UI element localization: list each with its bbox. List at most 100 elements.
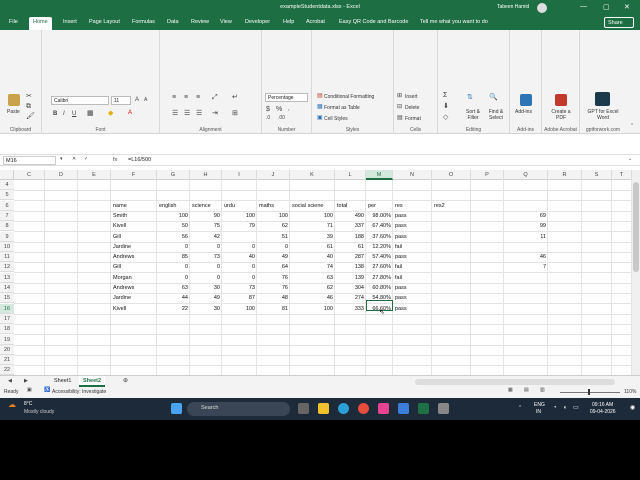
accessibility-status[interactable]: Accessibility: Investigate <box>52 389 106 395</box>
cell-urdu[interactable]: 0 <box>224 242 255 252</box>
cell-q[interactable] <box>506 304 546 314</box>
cell-maths[interactable]: 51 <box>259 232 288 242</box>
cell-maths[interactable]: 76 <box>259 283 288 293</box>
add-sheet-icon[interactable]: ⊕ <box>123 378 128 384</box>
font-color-icon[interactable]: A <box>128 110 132 116</box>
row-header-5[interactable]: 5 <box>0 190 14 201</box>
font-size-select[interactable]: 11 <box>111 96 131 105</box>
column-header-j[interactable]: J <box>257 170 290 180</box>
align-middle-icon[interactable]: ≡ <box>184 94 188 101</box>
cell-res[interactable]: pass <box>395 304 430 314</box>
cell-urdu[interactable]: 73 <box>224 283 255 293</box>
cell-per[interactable]: 98.00% <box>368 211 391 221</box>
create-pdf-button[interactable]: Create a PDF <box>546 109 576 121</box>
merge-center-icon[interactable]: ⊞ <box>232 110 238 117</box>
cell-total[interactable]: 287 <box>337 252 364 262</box>
increase-decimal-icon[interactable]: .0 <box>266 116 270 121</box>
avatar[interactable] <box>537 3 547 13</box>
app-icon[interactable] <box>378 403 389 414</box>
cell-english[interactable]: 56 <box>159 232 188 242</box>
worksheet-grid[interactable]: CDEFGHIJKLMNOPQRST name english science urd… <box>0 170 632 377</box>
row-header-17[interactable]: 17 <box>0 313 14 324</box>
cell-per[interactable]: 57.40% <box>368 252 391 262</box>
align-right-icon[interactable]: ☰ <box>196 110 202 117</box>
cell-header-res2[interactable]: res2 <box>434 201 469 211</box>
task-view-icon[interactable] <box>298 403 309 414</box>
cell-header-name[interactable]: name <box>113 201 155 211</box>
align-left-icon[interactable]: ☰ <box>172 110 178 117</box>
cell-q[interactable]: 69 <box>506 211 546 221</box>
cell-header-english[interactable]: english <box>159 201 188 211</box>
weather-temp[interactable]: 8°C <box>24 401 32 407</box>
cell-social[interactable]: 63 <box>292 273 333 283</box>
user-name[interactable]: Tabeen Hamid <box>497 4 529 10</box>
row-header-13[interactable]: 13 <box>0 272 14 283</box>
enter-formula-icon[interactable]: ✓ <box>84 157 88 162</box>
cell-per[interactable]: 67.40% <box>368 221 391 231</box>
tray-expand-icon[interactable]: ⌃ <box>518 406 522 411</box>
tab-qr-barcode[interactable]: Easy QR Code and Barcode <box>339 19 408 25</box>
cell-name[interactable]: Andrews <box>113 252 155 262</box>
sort-filter-button[interactable]: Sort & Filter <box>462 109 484 121</box>
cell-science[interactable]: 90 <box>192 211 220 221</box>
cell-total[interactable]: 138 <box>337 262 364 272</box>
cell-urdu[interactable] <box>224 232 255 242</box>
sheet-tab-sheet2[interactable]: Sheet2 <box>79 376 106 387</box>
tab-review[interactable]: Review <box>191 19 209 25</box>
column-header-s[interactable]: S <box>582 170 612 180</box>
cell-maths[interactable]: 76 <box>259 273 288 283</box>
cell-social[interactable]: 74 <box>292 262 333 272</box>
cell-total[interactable]: 490 <box>337 211 364 221</box>
currency-icon[interactable]: $ <box>266 106 270 113</box>
column-header-f[interactable]: F <box>111 170 157 180</box>
underline-icon[interactable]: U <box>72 111 76 117</box>
page-break-view-icon[interactable]: ▥ <box>540 388 545 393</box>
cell-science[interactable]: 30 <box>192 283 220 293</box>
fill-color-icon[interactable]: ◆ <box>108 110 113 117</box>
row-header-12[interactable]: 12 <box>0 262 14 273</box>
start-icon[interactable] <box>171 403 182 414</box>
minimize-button[interactable]: — <box>580 3 587 10</box>
formula-input[interactable]: =L16/500 <box>128 157 151 163</box>
cell-per[interactable]: 12.20% <box>368 242 391 252</box>
cell-science[interactable]: 0 <box>192 242 220 252</box>
cell-header-per[interactable]: per <box>368 201 391 211</box>
collapse-ribbon-icon[interactable]: ⌃ <box>630 124 634 129</box>
cell-header-science[interactable]: science <box>192 201 220 211</box>
tab-data[interactable]: Data <box>167 19 179 25</box>
name-box-dropdown-icon[interactable]: ▾ <box>60 157 63 162</box>
column-header-q[interactable]: Q <box>504 170 548 180</box>
clear-icon[interactable]: ◇ <box>443 114 448 121</box>
column-header-g[interactable]: G <box>157 170 190 180</box>
format-cells-button[interactable]: Format <box>405 116 421 122</box>
next-sheet-icon[interactable]: ▶ <box>24 379 28 384</box>
cell-name[interactable]: Gill <box>113 232 155 242</box>
number-format-select[interactable]: Percentage <box>265 93 308 102</box>
tab-insert[interactable]: Insert <box>63 19 77 25</box>
cell-science[interactable]: 73 <box>192 252 220 262</box>
weather-desc[interactable]: Mostly cloudy <box>24 409 54 415</box>
cell-science[interactable]: 30 <box>192 304 220 314</box>
conditional-formatting-icon[interactable]: ▤ <box>317 93 323 99</box>
shrink-font-icon[interactable]: A <box>144 98 147 103</box>
tab-acrobat[interactable]: Acrobat <box>306 19 325 25</box>
normal-view-icon[interactable]: ▦ <box>508 388 513 393</box>
align-top-icon[interactable]: ≡ <box>172 94 176 101</box>
cell-total[interactable]: 333 <box>337 304 364 314</box>
cell-social[interactable]: 71 <box>292 221 333 231</box>
row-header-11[interactable]: 11 <box>0 252 14 263</box>
vscode-icon[interactable] <box>398 403 409 414</box>
chrome-icon[interactable] <box>358 403 369 414</box>
macro-record-icon[interactable]: ▣ <box>27 388 32 393</box>
create-pdf-icon[interactable] <box>555 94 567 106</box>
language[interactable]: ENG <box>534 402 545 408</box>
cell-per[interactable]: 27.80% <box>368 273 391 283</box>
cell-res[interactable]: fail <box>395 273 430 283</box>
horizontal-scrollbar[interactable] <box>415 379 615 385</box>
tab-view[interactable]: View <box>220 19 232 25</box>
weather-icon[interactable]: ☁ <box>8 401 16 409</box>
cell-q[interactable] <box>506 242 546 252</box>
cell-science[interactable]: 0 <box>192 262 220 272</box>
cell-maths[interactable]: 49 <box>259 252 288 262</box>
tab-page-layout[interactable]: Page Layout <box>89 19 120 25</box>
